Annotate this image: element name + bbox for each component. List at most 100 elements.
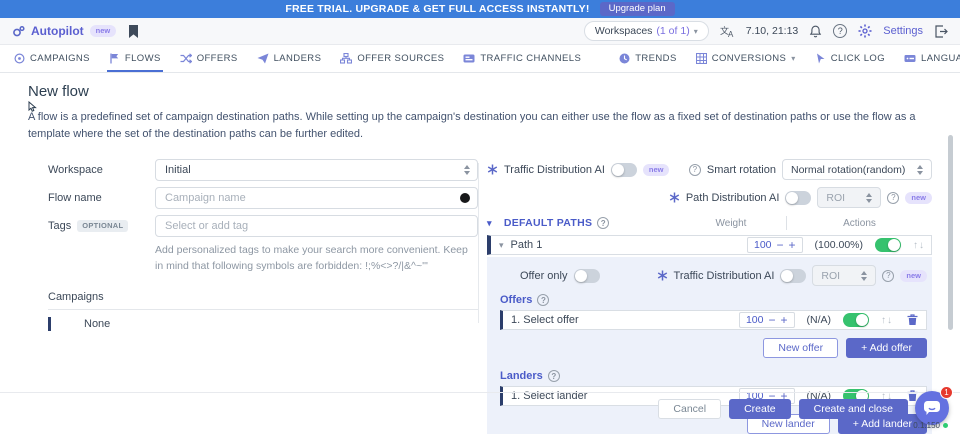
logout-icon[interactable] [934,25,948,38]
workspace-label: Workspace [48,164,155,176]
workspace-select-value: Initial [165,164,191,176]
autopilot-logo-icon [12,25,25,38]
workspaces-count: (1 of 1) [656,25,689,37]
path-enabled-toggle[interactable] [875,238,901,252]
smart-rotation-select[interactable]: Normal rotation(random) [782,159,932,180]
select-stepper-icon [861,271,867,281]
nav-click-log[interactable]: CLICK LOG [815,45,885,72]
create-button[interactable]: Create [729,399,791,419]
offer-enabled-toggle[interactable] [843,313,869,327]
nav-campaigns[interactable]: CAMPAIGNS [14,45,90,72]
bookmark-icon[interactable] [128,25,139,38]
translate-icon[interactable]: 文A [720,25,735,38]
path-ai-toggle[interactable] [785,191,811,205]
nav-label: CLICK LOG [831,53,885,64]
nav-label: LANDERS [274,53,322,64]
weight-plus-button[interactable]: + [780,314,787,326]
header-bar: Autopilot new Workspaces (1 of 1) ▾ 文A 7… [0,18,960,45]
workspaces-dropdown[interactable]: Workspaces (1 of 1) ▾ [584,21,709,41]
offer-only-toggle[interactable] [574,269,600,283]
brand[interactable]: Autopilot new [12,24,116,38]
metric-value: ROI [821,270,840,282]
help-icon[interactable]: ? [833,24,847,38]
settings-link[interactable]: Settings [883,25,923,37]
ai-sparkle-icon [669,192,680,203]
campaigns-label: Campaigns [48,291,478,310]
flag-icon [109,53,120,64]
default-paths-header[interactable]: ▾ DEFAULT PATHS ? [487,217,609,229]
path-weight-control: 100 − + [747,237,803,253]
upgrade-plan-button[interactable]: Upgrade plan [600,2,675,16]
workspaces-label: Workspaces [595,25,653,37]
offer-only-label: Offer only [520,270,568,282]
nav-conversions[interactable]: CONVERSIONS ▾ [696,45,796,72]
notifications-bell-icon[interactable] [809,25,822,38]
offers-help-icon[interactable]: ? [537,294,549,306]
path-ai-label: Path Distribution AI [686,192,780,204]
tags-help-text: Add personalized tags to make your searc… [155,243,478,275]
campaigns-section: Campaigns None [48,291,478,331]
add-offer-button[interactable]: + Add offer [846,338,927,358]
smart-rotation-value: Normal rotation(random) [791,164,905,176]
default-paths-help-icon[interactable]: ? [597,217,609,229]
nav-flows[interactable]: FLOWS [109,45,161,72]
smart-rotation-help-icon[interactable]: ? [689,164,701,176]
weight-plus-button[interactable]: + [789,239,796,251]
nav-label: LANGUAGES [921,53,960,64]
path-ai-help-icon[interactable]: ? [887,192,899,204]
trial-banner: FREE TRIAL. UPGRADE & GET FULL ACCESS IN… [0,0,960,18]
flow-color-dot[interactable] [460,193,470,203]
trial-banner-text: FREE TRIAL. UPGRADE & GET FULL ACCESS IN… [285,3,589,15]
shuffle-icon [180,53,192,64]
create-and-close-button[interactable]: Create and close [799,399,908,419]
trash-icon[interactable] [907,314,918,326]
table-icon [696,53,707,64]
cancel-button[interactable]: Cancel [658,399,721,419]
new-offer-button[interactable]: New offer [763,338,838,358]
nav-trends[interactable]: TRENDS [619,45,676,72]
campaigns-row: None [48,317,478,331]
nav-label: FLOWS [125,53,161,64]
weight-minus-button[interactable]: − [768,314,775,326]
nav-offers[interactable]: OFFERS [180,45,238,72]
offer-weight-value[interactable]: 100 [746,314,764,326]
workspace-select[interactable]: Initial [155,159,478,181]
campaigns-value: None [84,318,110,330]
path-ai-metric-value: ROI [826,192,845,204]
settings-gear-icon[interactable] [858,24,872,38]
move-up-down-icons[interactable]: ↑↓ [913,240,925,251]
path-ai-metric-select[interactable]: ROI [817,187,881,208]
offer-row[interactable]: 1. Select offer 100 − + (N/A) ↑↓ [500,310,927,330]
scrollbar-thumb[interactable] [948,135,953,330]
nav-label: TRENDS [635,53,676,64]
nav-landers[interactable]: LANDERS [257,45,322,72]
default-paths-label: DEFAULT PATHS [504,217,592,229]
ai-sparkle-icon [487,164,498,175]
brand-name: Autopilot [31,24,84,38]
sitemap-icon [340,53,352,64]
landers-section-label: Landers [500,370,543,382]
path-traffic-ai-metric-select[interactable]: ROI [812,265,876,286]
nav-traffic-channels[interactable]: TRAFFIC CHANNELS [463,45,581,72]
path-traffic-ai-label: Traffic Distribution AI [674,270,775,282]
nav-languages[interactable]: LANGUAGES [904,45,960,72]
path-traffic-ai-toggle[interactable] [780,269,806,283]
chevron-down-icon: ▾ [487,218,492,229]
nav-offer-sources[interactable]: OFFER SOURCES [340,45,444,72]
brand-new-badge: new [90,25,117,37]
traffic-ai-help-icon[interactable]: ? [882,270,894,282]
tags-input[interactable] [155,215,478,237]
traffic-ai-toggle[interactable] [611,163,637,177]
flow-name-input[interactable] [155,187,478,209]
chat-unread-badge: 1 [940,386,953,399]
path-row[interactable]: ▾ Path 1 100 − + (100.00%) ↑↓ [487,235,932,255]
path-weight-value[interactable]: 100 [754,239,772,251]
move-up-down-icons[interactable]: ↑↓ [881,315,893,326]
landers-help-icon[interactable]: ? [548,370,560,382]
weight-minus-button[interactable]: − [777,239,784,251]
actions-column-header: Actions [787,218,932,229]
paper-plane-icon [257,53,269,64]
select-stepper-icon [917,165,923,175]
cursor-icon [815,53,826,64]
flow-name-label: Flow name [48,192,155,204]
